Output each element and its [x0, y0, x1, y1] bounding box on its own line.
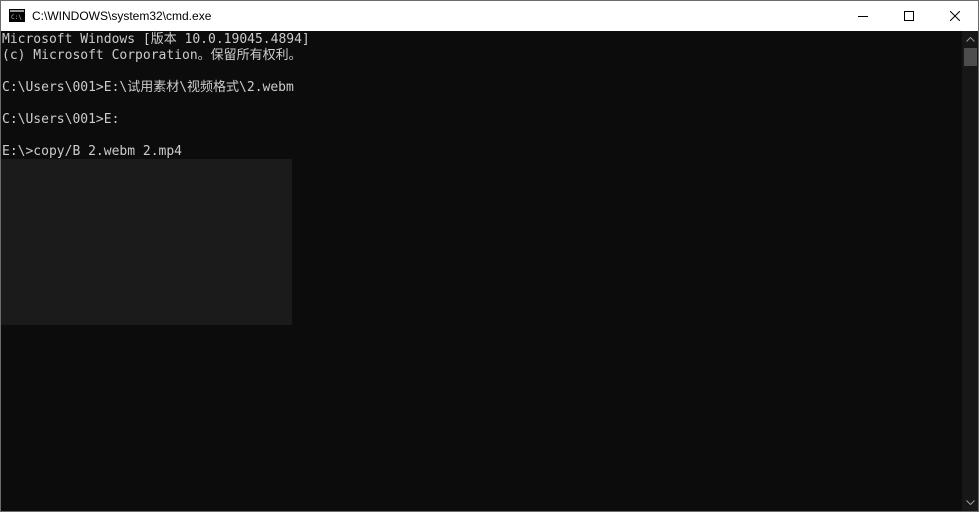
close-icon	[950, 11, 960, 21]
minimize-icon	[858, 16, 868, 17]
scroll-down-button[interactable]	[962, 494, 978, 511]
chevron-down-icon	[966, 500, 975, 505]
console-line: C:\Users\001>E:	[2, 112, 120, 127]
console-line: C:\Users\001>E:\试用素材\视频格式\2.webm	[2, 80, 294, 95]
scroll-thumb[interactable]	[964, 48, 977, 66]
maximize-button[interactable]	[886, 1, 932, 31]
close-button[interactable]	[932, 1, 978, 31]
console-line: E:\>copy/B 2.webm 2.mp4	[2, 144, 183, 159]
console-line: (c) Microsoft Corporation。保留所有权利。	[2, 48, 302, 63]
scroll-up-button[interactable]	[962, 31, 978, 48]
console-line: Microsoft Windows [版本 10.0.19045.4894]	[2, 32, 310, 47]
svg-text:C:\: C:\	[11, 14, 22, 21]
selection-overlay	[1, 159, 292, 325]
maximize-icon	[904, 11, 914, 21]
title-bar[interactable]: C:\ C:\WINDOWS\system32\cmd.exe	[1, 1, 978, 31]
window-title: C:\WINDOWS\system32\cmd.exe	[32, 9, 212, 23]
chevron-up-icon	[966, 37, 975, 42]
cmd-icon: C:\	[9, 9, 25, 22]
cmd-window: C:\ C:\WINDOWS\system32\cmd.exe Microsof…	[0, 0, 979, 512]
minimize-button[interactable]	[840, 1, 886, 31]
vertical-scrollbar[interactable]	[962, 31, 978, 511]
console-output[interactable]: Microsoft Windows [版本 10.0.19045.4894] (…	[1, 31, 961, 511]
